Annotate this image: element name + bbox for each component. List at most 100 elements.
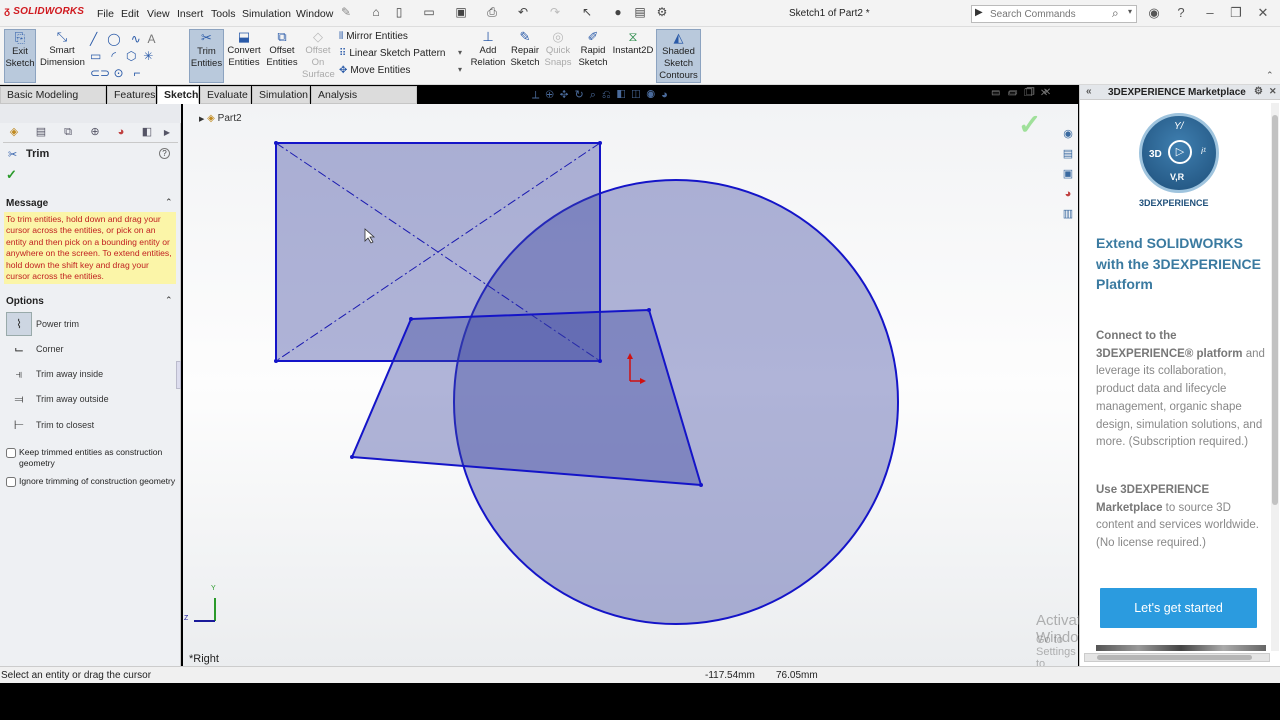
viewport-restore-icon[interactable]: ❐ [1024,88,1040,99]
panel-splitter[interactable] [0,104,181,123]
pane-close-icon[interactable]: ✕ [1269,86,1277,97]
viewport-window-controls[interactable]: ▭▭❐✕ [991,88,1055,99]
help-icon[interactable]: ? [159,148,170,159]
vertical-scroll-thumb[interactable] [1272,115,1278,505]
file-explorer-tab-icon[interactable]: ▣ [1059,164,1077,184]
search-input[interactable] [990,8,1110,21]
mirror-entities-button[interactable]: ⫴ Mirror Entities [339,31,408,42]
expand-arrow-icon[interactable]: ▶ [199,116,204,123]
message-section-header[interactable]: Message [6,198,48,209]
menu-view[interactable]: View [147,8,170,20]
slot-icon[interactable]: ⊂⊃ [90,66,110,80]
tab-sketch[interactable]: Sketch [157,86,199,104]
viewport-close-icon[interactable]: ✕ [1040,88,1055,99]
open-icon[interactable]: ▭ [422,6,436,19]
text-icon[interactable]: A [147,32,155,46]
tab-analysis-preparation[interactable]: Analysis Preparation [311,86,417,118]
display-style-icon[interactable]: ◫ [632,89,647,101]
search-dropdown-icon[interactable]: ▾ [1128,7,1132,16]
collapse-ribbon-icon[interactable]: ⌃ [1266,70,1274,81]
polygon-icon[interactable]: ⬡ [126,49,136,63]
pin-icon[interactable]: ✎ [339,6,353,19]
option-corner[interactable]: ⌙ Corner [6,337,171,361]
redo-icon[interactable]: ↷ [548,6,562,19]
option-trim-away-outside[interactable]: ⫤ Trim away outside [6,387,171,411]
tile-icon[interactable]: ▭ [991,88,1007,99]
rebuild-icon[interactable]: ● [611,6,625,19]
ignore-construction-checkbox-row[interactable]: Ignore trimming of construction geometry [6,476,178,487]
feature-manager-tab-icon[interactable]: ◈ [3,125,25,140]
horizontal-scrollbar[interactable] [1084,653,1270,662]
confirm-corner-check-icon[interactable]: ✓ [1018,108,1041,141]
exit-sketch-button[interactable]: ⎘ Exit Sketch [4,29,36,83]
rectangle-icon[interactable]: ▭ [90,49,101,63]
design-library-tab-icon[interactable]: ▤ [1059,144,1077,164]
rapid-sketch-button[interactable]: ✐ Rapid Sketch [577,29,609,83]
dimxpert-tab-icon[interactable]: ⊕ [84,125,106,140]
linear-sketch-pattern-button[interactable]: ⠿ Linear Sketch Pattern [339,48,446,59]
display-manager-tab-icon[interactable]: ◕ [110,125,132,140]
menu-tools[interactable]: Tools [211,8,236,20]
custom-properties-tab-icon[interactable]: ▥ [1059,204,1077,224]
configuration-manager-tab-icon[interactable]: ⧉ [57,125,79,140]
menu-window[interactable]: Window [296,8,333,20]
fillet-icon[interactable]: ⌐ [134,66,141,80]
offset-on-surface-button[interactable]: ◇ Offset On Surface [302,29,335,83]
ok-check-icon[interactable]: ✓ [6,167,17,183]
tab-simulation[interactable]: Simulation [252,86,310,104]
instant2d-button[interactable]: ⧖ Instant2D [611,29,655,83]
feature-tree-root[interactable]: ▶ ◈ Part2 [199,113,242,124]
options-gear-icon[interactable]: ⚙ [655,6,669,19]
spline-icon[interactable]: ∿ [131,32,141,46]
tab-features[interactable]: Features [107,86,156,104]
menu-file[interactable]: File [97,8,114,20]
sketch-quadrilateral[interactable] [350,308,703,487]
add-relation-button[interactable]: ⊥ Add Relation [470,29,506,83]
new-document-icon[interactable]: ▯ [392,6,406,19]
task-pane-tabs[interactable]: ◉ ▤ ▣ ◕ ▥ [1059,124,1077,224]
shaded-sketch-contours-button[interactable]: ◭ Shaded Sketch Contours [656,29,701,83]
select-icon[interactable]: ↖ [580,6,594,19]
collapse-message-icon[interactable]: ⌃ [165,197,173,208]
panel-collapse-handle[interactable] [176,361,181,389]
quick-snaps-button[interactable]: ◎ Quick Snaps [543,29,573,83]
menu-insert[interactable]: Insert [177,8,203,20]
appearances-tab-icon[interactable]: ◕ [1059,184,1077,204]
collapse-pane-icon[interactable]: « [1086,86,1092,97]
close-icon[interactable]: ✕ [1255,5,1271,21]
arc-icon[interactable]: ◜ [111,49,116,63]
search-box[interactable]: ▶ ⌕ ▾ [971,5,1137,23]
save-icon[interactable]: ▣ [454,6,468,19]
file-properties-icon[interactable]: ▤ [633,6,647,19]
tabs-scroll-right-icon[interactable]: ▶ [160,125,174,140]
viewport-minimize-icon[interactable]: ▭ [1007,88,1023,99]
option-power-trim[interactable]: ⌇ Power trim [6,312,171,336]
trim-entities-button[interactable]: ✂ Trim Entities [189,29,224,83]
appearance-icon[interactable]: ◕ [661,89,674,101]
property-manager-tab-icon[interactable]: ▤ [30,125,52,140]
hide-show-icon[interactable]: ◉ [646,89,661,101]
restore-icon[interactable]: ❐ [1228,5,1244,21]
circle-icon[interactable]: ◯ [107,32,120,46]
option-trim-to-closest[interactable]: ⊢ Trim to closest [6,413,171,437]
move-entities-button[interactable]: ✥ Move Entities [339,65,410,76]
options-section-header[interactable]: Options [6,296,44,307]
keep-trimmed-checkbox-row[interactable]: Keep trimmed entities as construction ge… [6,447,178,468]
get-started-button[interactable]: Let's get started [1100,588,1257,628]
convert-entities-button[interactable]: ⬓ Convert Entities [226,29,262,83]
print-icon[interactable]: ⎙ [485,6,499,19]
search-icon[interactable]: ⌕ [1112,6,1119,21]
graphics-area[interactable]: ▶ ◈ Part2 Y Z *Right ✓ ▭▭❐✕ ◉ ▤ ▣ ◕ ▥ Ac… [183,87,1097,694]
sketch-canvas[interactable] [183,104,1078,666]
pane-options-icon[interactable]: ⚙ [1254,86,1263,97]
previous-view-icon[interactable]: ⎌ [602,89,617,101]
view-orientation-icon[interactable]: ⟂ [532,89,545,101]
menu-simulation[interactable]: Simulation [242,8,291,20]
smart-dimension-button[interactable]: ⤡ Smart Dimension [40,29,85,83]
pan-icon[interactable]: ✥ [560,89,575,101]
heads-up-view-toolbar[interactable]: ⟂⊕✥↻⌕⎌◧◫◉◕ [532,88,674,102]
horizontal-scroll-thumb[interactable] [1097,655,1252,660]
home-icon[interactable]: ⌂ [369,6,383,19]
help-icon[interactable]: ? [1173,5,1189,21]
tab-evaluate[interactable]: Evaluate [200,86,251,104]
